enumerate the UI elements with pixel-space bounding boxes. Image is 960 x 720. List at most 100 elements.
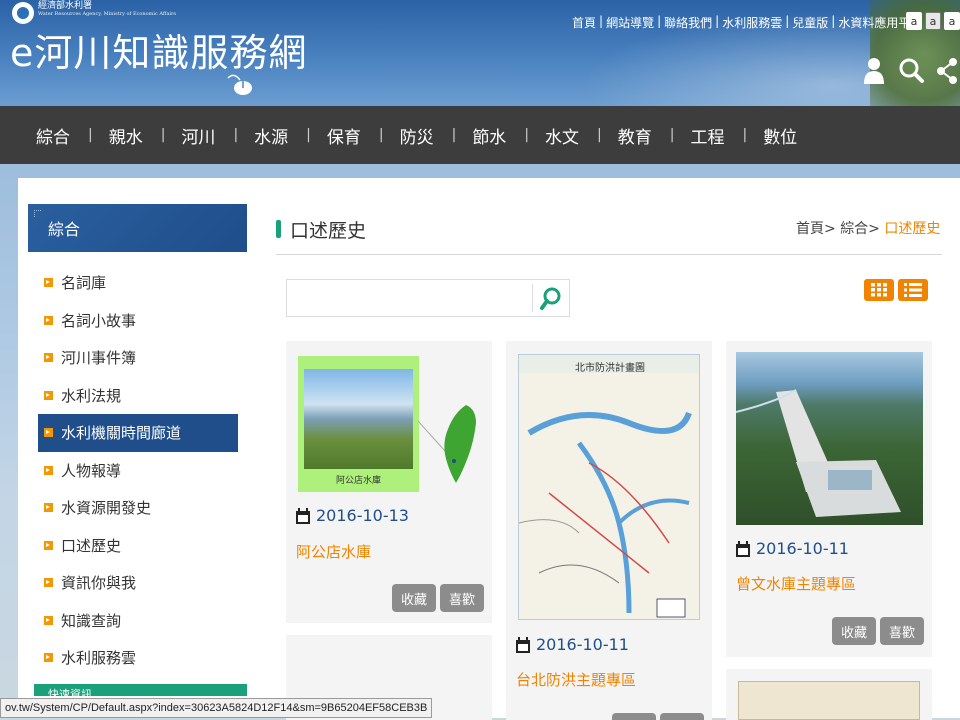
thumbnail-caption: 阿公店水庫	[335, 476, 381, 486]
nav-item-hydrology[interactable]: 水文	[529, 123, 597, 148]
card-thumbnail[interactable]	[738, 681, 920, 720]
article-card[interactable]: 2016-10-11 曾文水庫主題專區 收藏 喜歡	[726, 341, 932, 657]
card-date: 2016-10-11	[736, 539, 849, 558]
font-size-large-button[interactable]: a	[944, 12, 960, 30]
top-link-service-cloud[interactable]: 水利服務雲	[722, 14, 782, 31]
collect-button[interactable]: 收藏	[392, 584, 436, 612]
flood-map-image	[519, 373, 699, 619]
nav-item-rivers[interactable]: 河川	[165, 123, 233, 148]
nav-item-engineering[interactable]: 工程	[674, 123, 742, 148]
search-button-icon[interactable]	[539, 286, 563, 312]
ministry-name[interactable]: 經濟部水利署 Water Resources Agency, Ministry …	[38, 1, 176, 17]
sidebar-item-label: 水利服務雲	[61, 649, 137, 668]
main-nav: 綜合 | 親水 | 河川 | 水源 | 保育 | 防災 | 節水 | 水文 | 教育 | 工程 | …	[0, 106, 960, 164]
list-view-button[interactable]	[898, 279, 928, 301]
sidebar-item-glossary[interactable]: 名詞庫	[38, 264, 238, 302]
grid-view-button[interactable]	[864, 279, 894, 301]
sidebar-item-label: 水利法規	[61, 386, 122, 405]
sidebar-item-knowledge-search[interactable]: 知識查詢	[38, 602, 238, 640]
sidebar-item-agency-timeline[interactable]: 水利機關時間廊道	[38, 414, 238, 452]
article-card[interactable]: 北市防洪計畫圖 2016-10-11 台北防洪主題專區 收藏 喜歡	[506, 341, 712, 720]
sidebar-item-label: 水利機關時間廊道	[61, 424, 182, 443]
sidebar-item-oral-history[interactable]: 口述歷史	[38, 527, 238, 565]
nav-item-water-sources[interactable]: 水源	[238, 123, 306, 148]
like-button[interactable]: 喜歡	[880, 617, 924, 645]
card-thumbnail[interactable]: 阿公店水庫	[298, 356, 419, 492]
sidebar-item-river-events[interactable]: 河川事件簿	[38, 339, 238, 377]
sidebar-item-people[interactable]: 人物報導	[38, 452, 238, 490]
nav-item-water-saving[interactable]: 節水	[456, 123, 524, 148]
page-title: 口述歷史	[276, 216, 366, 243]
nav-item-conservation[interactable]: 保育	[311, 123, 379, 148]
nav-item-education[interactable]: 教育	[602, 123, 670, 148]
top-link-home[interactable]: 首頁	[572, 14, 596, 31]
font-size-small-button[interactable]: a	[906, 12, 922, 30]
sidebar-item-service-cloud[interactable]: 水利服務雲	[38, 639, 238, 677]
font-size-medium-button[interactable]: a	[925, 12, 941, 30]
like-button[interactable]: 喜歡	[660, 713, 704, 720]
thumbnail-caption: 北市防洪計畫圖	[575, 363, 645, 374]
header-tools	[862, 56, 958, 86]
card-date: 2016-10-11	[516, 635, 629, 654]
calendar-icon	[516, 636, 530, 653]
site-title-logo[interactable]: e河川知識服務網	[10, 30, 307, 76]
search-input[interactable]	[287, 280, 531, 316]
sidebar-item-label: 水資源開發史	[61, 499, 152, 518]
list-icon	[904, 283, 922, 297]
card-actions: 收藏 喜歡	[832, 617, 924, 645]
nav-item-digital[interactable]: 數位	[747, 123, 815, 148]
calendar-icon	[736, 540, 750, 557]
view-toggle	[864, 279, 928, 301]
search-divider	[532, 284, 533, 312]
arrow-bullet-icon	[44, 278, 53, 288]
ministry-logo-icon[interactable]	[12, 2, 34, 24]
grid-icon	[871, 283, 887, 297]
search-icon[interactable]	[898, 56, 924, 86]
sidebar-item-info-you-and-me[interactable]: 資訊你與我	[38, 564, 238, 602]
search-box	[286, 279, 570, 317]
collect-button[interactable]: 收藏	[832, 617, 876, 645]
nav-item-waterfront[interactable]: 親水	[93, 123, 161, 148]
ministry-name-zh: 經濟部水利署	[38, 1, 93, 11]
mouse-logo-icon	[227, 74, 252, 95]
arrow-bullet-icon	[44, 428, 53, 438]
card-date: 2016-10-13	[296, 506, 409, 525]
nav-item-general[interactable]: 綜合	[20, 123, 88, 148]
card-date-text: 2016-10-11	[536, 635, 629, 654]
card-title[interactable]: 阿公店水庫	[296, 541, 371, 562]
card-thumbnail[interactable]	[735, 352, 923, 525]
user-icon[interactable]	[862, 56, 886, 86]
sidebar-item-term-stories[interactable]: 名詞小故事	[38, 302, 238, 340]
font-size-switcher: a a a	[906, 12, 960, 30]
breadcrumb: 首頁> 綜合> 口述歷史	[796, 218, 940, 238]
ministry-name-en: Water Resources Agency, Ministry of Econ…	[38, 11, 176, 17]
card-title[interactable]: 曾文水庫主題專區	[736, 573, 856, 594]
arrow-bullet-icon	[44, 578, 53, 588]
nav-item-disaster-prevention[interactable]: 防災	[384, 123, 452, 148]
collect-button[interactable]: 收藏	[612, 713, 656, 720]
share-icon[interactable]	[936, 56, 958, 86]
breadcrumb-home[interactable]: 首頁>	[796, 221, 836, 237]
top-link-sitemap[interactable]: 網站導覽	[606, 14, 654, 31]
sidebar-item-development-history[interactable]: 水資源開發史	[38, 489, 238, 527]
like-button[interactable]: 喜歡	[440, 584, 484, 612]
arrow-bullet-icon	[44, 353, 53, 363]
breadcrumb-current[interactable]: 口述歷史	[884, 221, 940, 237]
top-link-contact[interactable]: 聯絡我們	[664, 14, 712, 31]
article-card[interactable]: 阿公店水庫 2016-10-13 阿公店水庫 收藏 喜歡	[286, 341, 492, 623]
article-card[interactable]	[726, 669, 932, 720]
sidebar-item-label: 資訊你與我	[61, 574, 137, 593]
arrow-bullet-icon	[44, 503, 53, 513]
sidebar-item-label: 口述歷史	[61, 536, 122, 555]
arrow-bullet-icon	[44, 315, 53, 325]
quick-info-header[interactable]: 快速資訊	[34, 684, 247, 701]
sidebar-item-water-laws[interactable]: 水利法規	[38, 377, 238, 415]
breadcrumb-section[interactable]: 綜合>	[840, 221, 880, 237]
card-thumbnail[interactable]: 北市防洪計畫圖	[518, 354, 700, 620]
top-link-kids[interactable]: 兒童版	[792, 14, 828, 31]
arrow-bullet-icon	[44, 540, 53, 550]
calendar-icon	[296, 507, 310, 524]
card-title[interactable]: 台北防洪主題專區	[516, 669, 636, 690]
taiwan-map-icon	[418, 405, 476, 483]
card-actions: 收藏 喜歡	[612, 713, 704, 720]
